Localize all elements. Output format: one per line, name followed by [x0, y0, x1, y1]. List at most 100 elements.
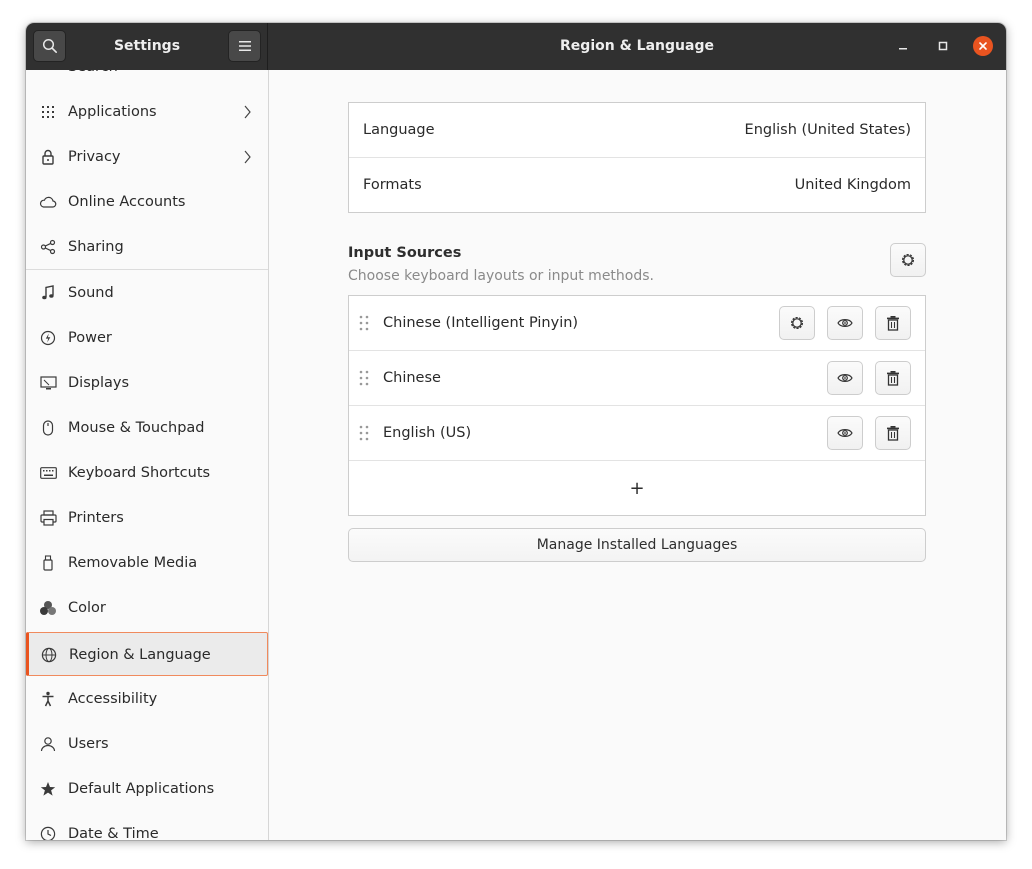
globe-icon [40, 646, 58, 664]
input-sources-title: Input Sources [348, 245, 462, 261]
sidebar-item-applications[interactable]: Applications [26, 90, 268, 134]
clock-icon [39, 825, 57, 840]
sidebar-item-displays[interactable]: Displays [26, 361, 268, 405]
star-icon [39, 780, 57, 798]
sidebar-item-keyboard-shortcuts[interactable]: Keyboard Shortcuts [26, 451, 268, 495]
main-content: Language English (United States) Formats… [269, 70, 1006, 840]
input-source-preview-button[interactable] [827, 361, 863, 395]
sidebar-item-label: Search [68, 70, 118, 89]
language-label: Language [363, 122, 435, 138]
formats-row[interactable]: Formats United Kingdom [349, 158, 925, 213]
sidebar-item-sharing[interactable]: Sharing [26, 225, 268, 269]
sidebar-item-label: Date & Time [68, 826, 159, 840]
input-sources-options-button[interactable] [890, 243, 926, 277]
sidebar-item-label: Accessibility [68, 691, 158, 707]
search-button[interactable] [33, 30, 66, 62]
sidebar-item-label: Displays [68, 375, 130, 391]
sidebar-item-removable-media[interactable]: Removable Media [26, 541, 268, 585]
input-source-row[interactable]: English (US) [349, 406, 925, 461]
input-source-label: Chinese (Intelligent Pinyin) [383, 315, 579, 331]
drag-handle-icon[interactable] [359, 370, 369, 386]
input-source-settings-button[interactable] [779, 306, 815, 340]
main-menu-button[interactable] [228, 30, 261, 62]
maximize-icon [938, 41, 948, 51]
sidebar-item-label: Removable Media [68, 555, 198, 571]
power-icon [39, 329, 57, 347]
sidebar-item-region-language[interactable]: Region & Language [26, 632, 268, 676]
add-icon: + [629, 478, 645, 499]
sidebar-item-search[interactable]: Search [26, 70, 268, 89]
drag-handle-icon[interactable] [359, 315, 369, 331]
music-note-icon [39, 284, 57, 302]
sidebar-item-date-time[interactable]: Date & Time [26, 812, 268, 840]
maximize-button[interactable] [933, 36, 953, 56]
sidebar-item-users[interactable]: Users [26, 722, 268, 766]
input-source-row[interactable]: Chinese [349, 351, 925, 406]
sidebar-item-label: Keyboard Shortcuts [68, 465, 211, 481]
sidebar-item-label: Default Applications [68, 781, 215, 797]
user-icon [39, 735, 57, 753]
input-source-remove-button[interactable] [875, 416, 911, 450]
mouse-icon [39, 419, 57, 437]
sidebar-item-label: Applications [68, 104, 157, 120]
minimize-icon [899, 48, 907, 50]
hamburger-menu-icon [238, 41, 251, 51]
language-formats-panel: Language English (United States) Formats… [348, 102, 926, 213]
close-icon [979, 42, 987, 50]
close-button[interactable] [973, 36, 993, 56]
manage-installed-languages-button[interactable]: Manage Installed Languages [348, 528, 926, 562]
sidebar[interactable]: Search Applications Privacy [26, 70, 269, 840]
sidebar-item-online-accounts[interactable]: Online Accounts [26, 180, 268, 224]
input-sources-list: Chinese (Intelligent Pinyin) Chinese Eng… [348, 295, 926, 516]
chevron-right-icon [244, 150, 251, 164]
sidebar-item-label: Power [68, 330, 112, 346]
chevron-right-icon [244, 105, 251, 119]
eye-icon [837, 319, 853, 327]
apps-grid-icon [39, 103, 57, 121]
sidebar-item-sound[interactable]: Sound [26, 271, 268, 315]
sidebar-item-default-applications[interactable]: Default Applications [26, 767, 268, 811]
input-source-remove-button[interactable] [875, 306, 911, 340]
sidebar-item-mouse-touchpad[interactable]: Mouse & Touchpad [26, 406, 268, 450]
sidebar-item-label: Sharing [68, 239, 124, 255]
sidebar-item-label: Mouse & Touchpad [68, 420, 205, 436]
header-bar: Settings Region & Language [26, 23, 1006, 70]
eye-icon [837, 429, 853, 437]
input-source-row[interactable]: Chinese (Intelligent Pinyin) [349, 296, 925, 351]
add-input-source-button[interactable]: + [349, 461, 925, 516]
language-row[interactable]: Language English (United States) [349, 103, 925, 158]
input-source-label: Chinese [383, 370, 441, 386]
sidebar-item-label: Color [68, 600, 106, 616]
sidebar-item-printers[interactable]: Printers [26, 496, 268, 540]
input-source-label: English (US) [383, 425, 472, 441]
formats-value: United Kingdom [794, 177, 911, 193]
gear-icon [901, 253, 915, 267]
trash-icon [887, 316, 899, 331]
input-source-remove-button[interactable] [875, 361, 911, 395]
input-source-preview-button[interactable] [827, 416, 863, 450]
keyboard-icon [39, 464, 57, 482]
input-source-preview-button[interactable] [827, 306, 863, 340]
sidebar-item-privacy[interactable]: Privacy [26, 135, 268, 179]
accessibility-icon [39, 690, 57, 708]
gear-icon [790, 316, 804, 330]
cloud-icon [39, 193, 57, 211]
settings-window: Settings Region & Language Applications … [26, 23, 1006, 840]
sidebar-item-color[interactable]: Color [26, 586, 268, 630]
minimize-button[interactable] [893, 36, 913, 56]
sidebar-item-label: Sound [68, 285, 114, 301]
sidebar-item-label: Online Accounts [68, 194, 186, 210]
sidebar-separator [26, 269, 268, 270]
formats-label: Formats [363, 177, 422, 193]
usb-drive-icon [39, 554, 57, 572]
eye-icon [837, 374, 853, 382]
header-sidebar-section: Settings [26, 23, 268, 70]
sidebar-item-accessibility[interactable]: Accessibility [26, 677, 268, 721]
lock-icon [39, 148, 57, 166]
trash-icon [887, 371, 899, 386]
drag-handle-icon[interactable] [359, 425, 369, 441]
language-value: English (United States) [744, 122, 911, 138]
input-sources-subtitle: Choose keyboard layouts or input methods… [348, 268, 654, 284]
color-circles-icon [39, 599, 57, 617]
sidebar-item-power[interactable]: Power [26, 316, 268, 360]
